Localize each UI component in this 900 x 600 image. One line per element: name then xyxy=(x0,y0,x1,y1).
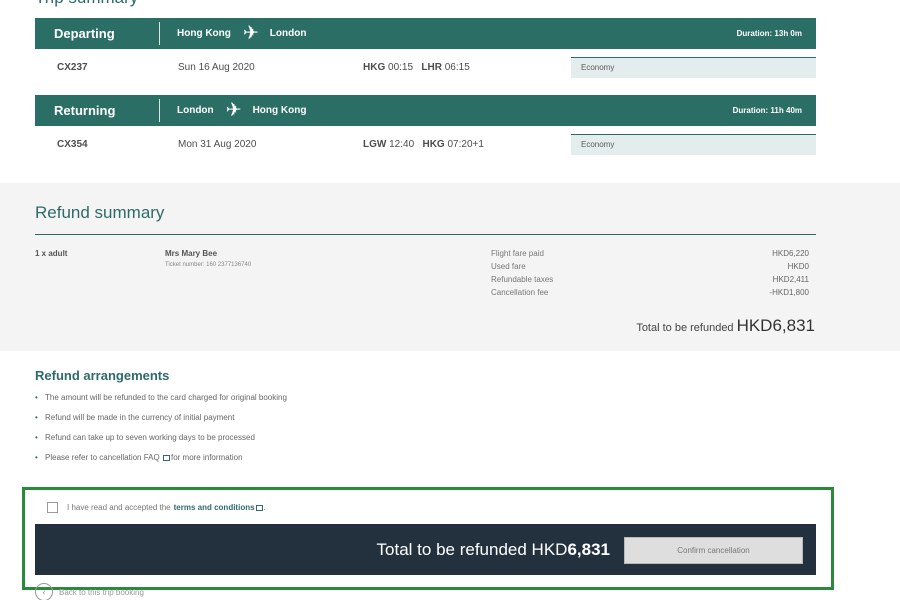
breakdown-label: Refundable taxes xyxy=(491,275,554,284)
list-item: The amount will be refunded to the card … xyxy=(35,393,287,413)
refund-total-amount: HKD6,831 xyxy=(736,316,815,335)
terms-link[interactable]: terms and conditions xyxy=(174,503,255,512)
passenger-count: 1 x adult xyxy=(35,249,68,258)
list-item: Please refer to cancellation FAQ for mor… xyxy=(35,453,287,473)
flight-date: Mon 31 Aug 2020 xyxy=(178,139,257,150)
returning-flight-row: CX354 Mon 31 Aug 2020 LGW 12:40 HKG 07:2… xyxy=(35,134,816,156)
breakdown-label: Flight fare paid xyxy=(491,249,544,258)
refund-summary-title: Refund summary xyxy=(35,203,165,222)
breakdown-label: Cancellation fee xyxy=(491,288,549,297)
returning-label: Returning xyxy=(54,103,116,118)
passenger-name: Mrs Mary Bee xyxy=(165,249,218,258)
terms-text: I have read and accepted the xyxy=(67,503,171,512)
breakdown-value: HKD6,220 xyxy=(772,249,809,258)
refund-breakdown-labels: Flight fare paid Used fare Refundable ta… xyxy=(491,247,553,299)
confirm-total-amount: 6,831 xyxy=(567,540,610,559)
list-item: Refund can take up to seven working days… xyxy=(35,433,287,453)
plane-icon: ✈ xyxy=(225,99,242,121)
flight-times: HKG 00:15 LHR 06:15 xyxy=(363,62,470,73)
breakdown-value: HKD0 xyxy=(787,262,809,271)
flight-number: CX237 xyxy=(57,62,88,73)
departing-label: Departing xyxy=(54,26,115,41)
refund-breakdown-values: HKD6,220 HKD0 HKD2,411 -HKD1,800 xyxy=(769,247,809,299)
breakdown-value: HKD2,411 xyxy=(772,275,809,284)
back-link-label: Back to this trip booking xyxy=(59,587,144,597)
returning-segment-header: Returning London ✈ Hong Kong Duration: 1… xyxy=(35,95,816,126)
section-divider xyxy=(35,234,816,235)
refund-total-label: Total to be refunded xyxy=(636,322,734,334)
refund-summary-section: Refund summary 1 x adult Mrs Mary Bee Ti… xyxy=(0,183,900,351)
returning-duration: Duration: 11h 40m xyxy=(732,106,802,115)
refund-arrangements-title: Refund arrangements xyxy=(35,368,170,383)
header-divider xyxy=(159,99,160,122)
returning-from: London xyxy=(177,105,214,116)
list-item: Refund will be made in the currency of i… xyxy=(35,413,287,433)
departing-duration: Duration: 13h 0m xyxy=(736,29,802,38)
departing-route: Hong Kong ✈ London xyxy=(177,24,306,43)
external-link-icon[interactable] xyxy=(255,504,263,511)
cabin-class: Economy xyxy=(571,57,816,78)
flight-date: Sun 16 Aug 2020 xyxy=(178,62,255,73)
departing-segment-header: Departing Hong Kong ✈ London Duration: 1… xyxy=(35,18,816,49)
trip-summary-title: Trip summary xyxy=(35,0,138,8)
terms-checkbox[interactable] xyxy=(47,502,58,513)
confirm-cancellation-button[interactable]: Confirm cancellation xyxy=(624,537,803,564)
back-link[interactable]: ‹ Back to this trip booking xyxy=(35,583,144,600)
flight-number: CX354 xyxy=(57,139,88,150)
cabin-class: Economy xyxy=(571,134,816,155)
departing-flight-row: CX237 Sun 16 Aug 2020 HKG 00:15 LHR 06:1… xyxy=(35,57,816,79)
confirm-total: Total to be refunded HKD 6,831 xyxy=(377,540,610,560)
ticket-number: Ticket number: 160 2377136740 xyxy=(165,262,252,268)
refund-arrangements-list: The amount will be refunded to the card … xyxy=(35,393,287,473)
header-divider xyxy=(159,22,160,45)
departing-to: London xyxy=(269,28,307,39)
returning-route: London ✈ Hong Kong xyxy=(177,101,306,120)
external-link-icon[interactable] xyxy=(162,455,170,461)
terms-row: I have read and accepted the terms and c… xyxy=(47,502,266,513)
breakdown-value: -HKD1,800 xyxy=(769,288,809,297)
confirm-total-label: Total to be refunded HKD xyxy=(376,540,568,559)
returning-to: Hong Kong xyxy=(252,105,307,116)
refund-total: Total to be refunded HKD6,831 xyxy=(636,316,815,336)
flight-times: LGW 12:40 HKG 07:20+1 xyxy=(363,139,484,150)
breakdown-label: Used fare xyxy=(491,262,526,271)
chevron-left-icon: ‹ xyxy=(35,583,53,600)
departing-from: Hong Kong xyxy=(177,28,231,39)
plane-icon: ✈ xyxy=(242,22,259,44)
